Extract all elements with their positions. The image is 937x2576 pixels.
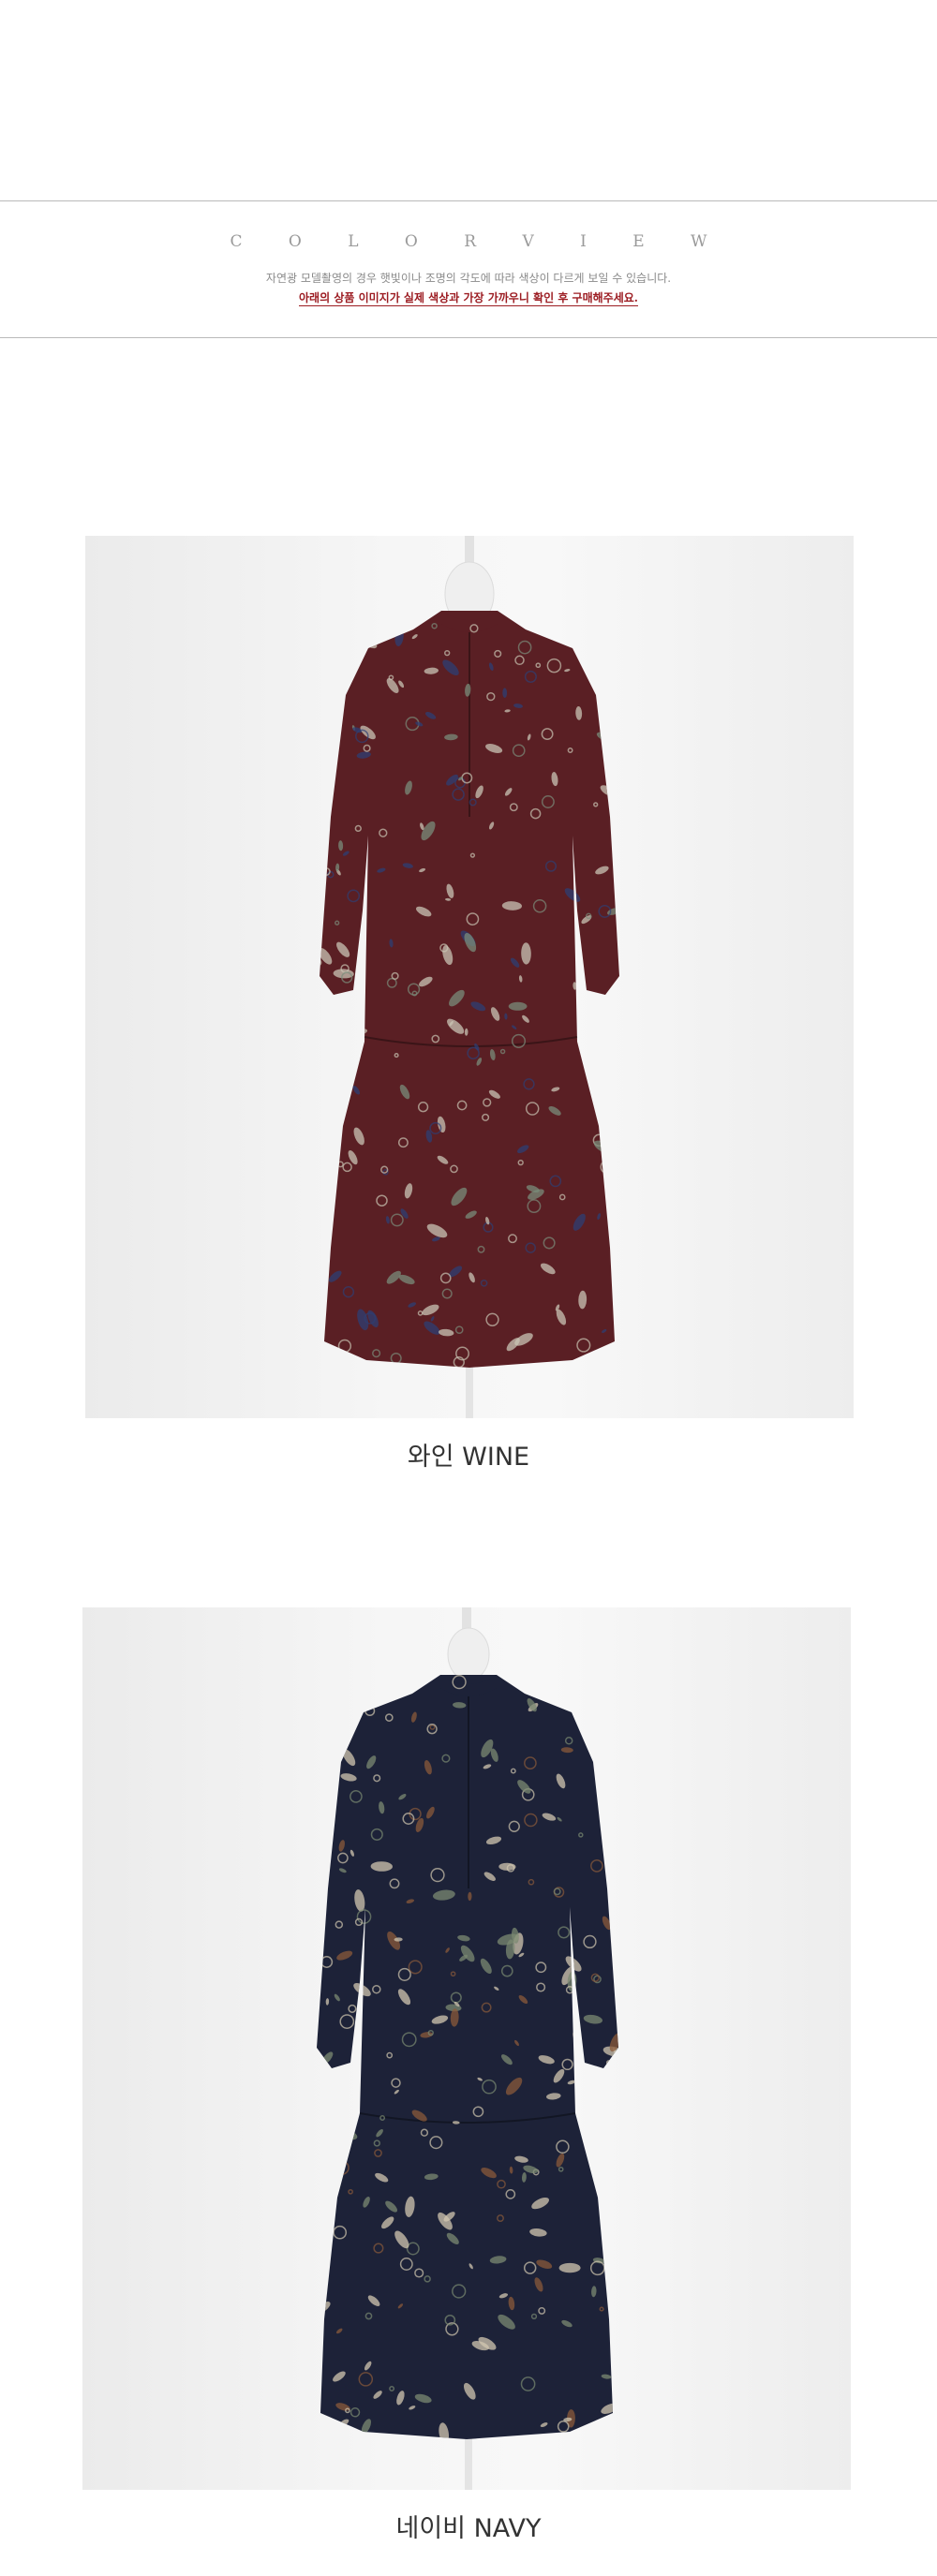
dress-illustration-navy	[317, 1607, 618, 2490]
dress-illustration-wine	[320, 536, 619, 1418]
color-notice-highlight: 아래의 상품 이미지가 실제 색상과 가장 가까우니 확인 후 구매해주세요.	[0, 289, 937, 306]
header-bottom-divider	[0, 337, 937, 338]
color-caption-navy: 네이비 NAVY	[395, 2514, 542, 2543]
product-photo-navy	[82, 1607, 851, 2490]
color-notice-highlight-text: 아래의 상품 이미지가 실제 색상과 가장 가까우니 확인 후 구매해주세요.	[299, 291, 638, 306]
header-top-divider	[0, 200, 937, 201]
color-caption-wine: 와인 WINE	[407, 1443, 530, 1472]
product-photo-wine	[85, 536, 854, 1418]
section-title: C O L O R V I E W	[230, 232, 728, 251]
color-notice-text: 자연광 모델촬영의 경우 햇빛이나 조명의 각도에 따라 색상이 다르게 보일 …	[265, 272, 672, 285]
